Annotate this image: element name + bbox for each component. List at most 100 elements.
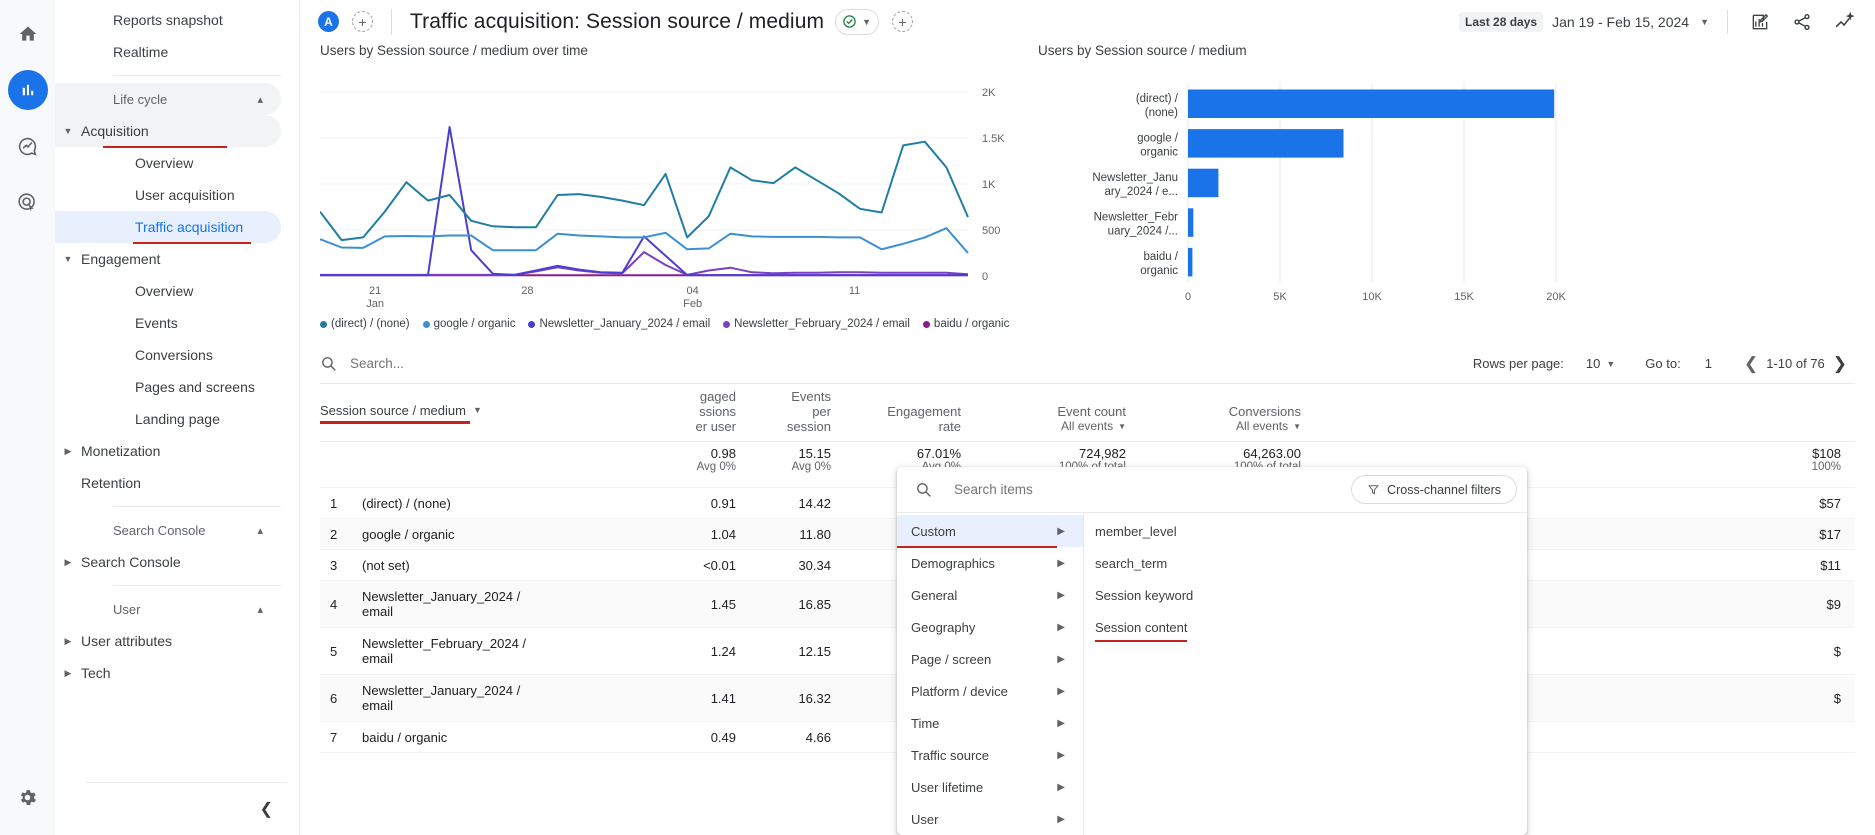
legend-item[interactable]: google / organic [422, 318, 515, 330]
caret-down-icon[interactable]: ▼ [1118, 419, 1126, 434]
sidebar-item-tech[interactable]: ▶ Tech [55, 657, 281, 689]
dropdown-category-platform-device[interactable]: Platform / device ▶ [897, 675, 1083, 707]
col-engaged-sessions-per-user[interactable]: gaged ssions er user [650, 389, 750, 441]
line-chart-card: Users by Session source / medium over ti… [319, 43, 1020, 330]
sidebar-item-conversions[interactable]: Conversions [55, 339, 281, 371]
dimension-picker-dropdown[interactable]: Cross-channel filters Custom▶Demographic… [897, 467, 1527, 835]
sidebar-item-overview-acquisition[interactable]: Overview [55, 147, 281, 179]
sidebar-item-acquisition[interactable]: ▼ Acquisition [55, 115, 281, 148]
edit-comparison-icon[interactable] [1750, 12, 1770, 32]
chevron-left-icon[interactable]: ❮ [1744, 354, 1758, 374]
caret-down-icon[interactable]: ▼ [1606, 359, 1615, 369]
sidebar-item-user-acquisition[interactable]: User acquisition [55, 179, 281, 211]
goto-value[interactable]: 1 [1705, 356, 1712, 371]
dropdown-category-traffic-source[interactable]: Traffic source ▶ [897, 739, 1083, 771]
sidebar-item-user-attributes[interactable]: ▶ User attributes [55, 625, 281, 657]
category-label: Page / screen [911, 651, 992, 667]
dropdown-category-page-screen[interactable]: Page / screen ▶ [897, 643, 1083, 675]
dropdown-option-session-keyword[interactable]: Session keyword [1084, 579, 1527, 611]
table-cell: 16.32 [798, 690, 831, 706]
dropdown-option-member-level[interactable]: member_level [1084, 515, 1527, 547]
cross-channel-filters-button[interactable]: Cross-channel filters [1351, 475, 1517, 504]
caret-right-icon: ▶ [64, 667, 72, 678]
sidebar-item-pages-and-screens[interactable]: Pages and screens [55, 371, 281, 403]
legend-item[interactable]: Newsletter_January_2024 / email [528, 318, 710, 330]
dropdown-category-user[interactable]: User ▶ [897, 803, 1083, 835]
legend-color-dot [922, 320, 930, 328]
legend-item[interactable]: Newsletter_February_2024 / email [723, 318, 910, 330]
line-chart[interactable]: 0 500 1K 1.5K 2K 21 Jan 28 04 Feb 11 [319, 64, 1020, 314]
sidebar-item-overview-engagement[interactable]: Overview [55, 275, 281, 307]
sidebar-item-reports-snapshot[interactable]: Reports snapshot [55, 4, 281, 36]
add-icon[interactable]: + [892, 11, 913, 32]
advertising-icon[interactable] [8, 182, 48, 222]
column-header-sub[interactable]: All events ▼ [975, 419, 1126, 434]
share-icon[interactable] [1792, 12, 1812, 32]
explore-icon[interactable] [8, 126, 48, 166]
add-comparison-icon[interactable]: + [352, 11, 373, 32]
dropdown-option-session-content[interactable]: Session content [1084, 611, 1527, 643]
dropdown-category-custom[interactable]: Custom ▶ [897, 515, 1083, 548]
sidebar-section-life-cycle[interactable]: Life cycle ▴ [55, 83, 281, 115]
dropdown-category-demographics[interactable]: Demographics ▶ [897, 547, 1083, 579]
svg-text:ary_2024 / e...: ary_2024 / e... [1104, 186, 1178, 198]
dropdown-option-search-term[interactable]: search_term [1084, 547, 1527, 579]
sidebar-item-label: Acquisition [81, 123, 149, 139]
col-events-per-session[interactable]: Events per session [750, 389, 845, 441]
chevron-left-icon[interactable]: ❮ [260, 799, 273, 819]
rows-per-page-value[interactable]: 10 [1586, 356, 1600, 371]
search-input[interactable] [350, 356, 650, 371]
row-dimension-value[interactable]: Newsletter_January_2024 /email [362, 589, 650, 619]
dimension-pill[interactable]: Session source / medium ▼ [320, 403, 482, 424]
col-conversions[interactable]: Conversions All events ▼ [1140, 404, 1315, 441]
row-dimension-value[interactable]: baidu / organic [362, 730, 650, 745]
bar-chart[interactable]: 0 5K 10K 15K 20K (direct) / (none) google / orga… [1038, 64, 1578, 314]
home-icon[interactable] [8, 14, 48, 54]
legend-color-dot [422, 320, 430, 328]
chevron-up-icon: ▴ [257, 603, 263, 616]
column-header-line: gaged [699, 389, 736, 404]
dimension-selector[interactable]: Session source / medium ▼ [320, 384, 650, 441]
chevron-right-icon[interactable]: ❯ [1833, 354, 1847, 374]
sidebar-item-retention[interactable]: Retention [55, 467, 281, 499]
account-avatar[interactable]: A [318, 11, 339, 32]
sidebar-item-landing-page[interactable]: Landing page [55, 403, 281, 435]
legend-item[interactable]: (direct) / (none) [320, 318, 410, 330]
row-dimension-value[interactable]: (direct) / (none) [362, 496, 650, 511]
svg-text:uary_2024 /...: uary_2024 /... [1108, 226, 1178, 238]
sidebar-item-traffic-acquisition[interactable]: Traffic acquisition [55, 211, 281, 244]
sidebar-section-search-console[interactable]: Search Console ▴ [55, 514, 281, 546]
dropdown-body: Custom ▶ Demographics ▶ General ▶ Geography ▶ Pa… [897, 512, 1527, 835]
sidebar-item-realtime[interactable]: Realtime [55, 36, 281, 68]
sidebar-item-engagement[interactable]: ▼ Engagement [55, 243, 281, 275]
date-range-label[interactable]: Jan 19 - Feb 15, 2024 [1552, 14, 1689, 30]
insights-icon[interactable] [1834, 11, 1855, 32]
sidebar-section-user[interactable]: User ▴ [55, 593, 281, 625]
caret-down-icon[interactable]: ▼ [1293, 419, 1301, 434]
sidebar-item-monetization[interactable]: ▶ Monetization [55, 435, 281, 467]
dropdown-category-user-lifetime[interactable]: User lifetime ▶ [897, 771, 1083, 803]
reports-bar-icon[interactable] [7, 70, 48, 110]
comparison-status-pill[interactable]: ▼ [835, 8, 879, 35]
col-total-revenue[interactable] [1315, 434, 1855, 441]
col-engagement-rate[interactable]: Engagement rate [845, 404, 975, 441]
row-dimension-value[interactable]: Newsletter_February_2024 /email [362, 636, 650, 666]
sidebar-item-search-console[interactable]: ▶ Search Console [55, 546, 281, 578]
dropdown-search-input[interactable] [954, 482, 1284, 497]
row-dimension-value[interactable]: google / organic [362, 527, 650, 542]
settings-gear-icon[interactable] [8, 777, 48, 817]
dropdown-category-general[interactable]: General ▶ [897, 579, 1083, 611]
col-event-count[interactable]: Event count All events ▼ [975, 404, 1140, 441]
column-header-sub[interactable]: All events ▼ [1140, 419, 1301, 434]
navigation-sidebar: Reports snapshot Realtime Life cycle ▴ ▼… [55, 0, 300, 835]
table-cell: 1.45 [710, 596, 736, 612]
dropdown-category-geography[interactable]: Geography ▶ [897, 611, 1083, 643]
row-dimension-value[interactable]: Newsletter_January_2024 /email [362, 683, 650, 713]
dropdown-category-time[interactable]: Time ▶ [897, 707, 1083, 739]
legend-item[interactable]: baidu / organic [922, 318, 1009, 330]
caret-down-icon[interactable]: ▼ [1700, 17, 1709, 27]
legend-label: Newsletter_January_2024 / email [539, 318, 711, 330]
row-dimension-value[interactable]: (not set) [362, 558, 650, 573]
sidebar-item-events[interactable]: Events [55, 307, 281, 339]
sidebar-item-label: Landing page [135, 411, 220, 427]
